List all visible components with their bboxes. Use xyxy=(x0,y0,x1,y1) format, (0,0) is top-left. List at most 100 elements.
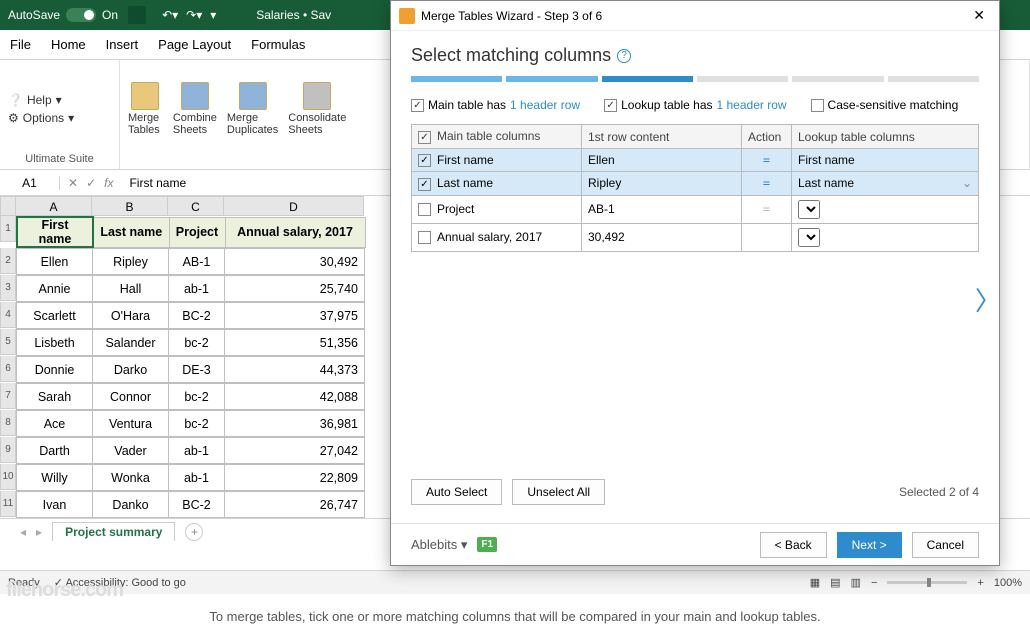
data-cell[interactable]: Donnie xyxy=(17,357,93,383)
zoom-level[interactable]: 100% xyxy=(994,577,1022,589)
data-cell[interactable]: Vader xyxy=(93,438,169,464)
data-cell[interactable]: Willy xyxy=(17,465,93,491)
data-cell[interactable]: Ace xyxy=(17,411,93,437)
col-header[interactable]: A xyxy=(16,196,92,216)
data-cell[interactable]: 51,356 xyxy=(225,330,365,356)
redo-icon[interactable]: ↷▾ xyxy=(186,8,202,22)
mapping-row[interactable]: ProjectAB-1= xyxy=(412,195,979,223)
lookup-select[interactable] xyxy=(792,195,979,223)
data-cell[interactable]: BC-2 xyxy=(169,492,225,518)
mapping-row[interactable]: Last nameRipley=Last name⌄ xyxy=(412,172,979,195)
data-cell[interactable]: Wonka xyxy=(93,465,169,491)
data-cell[interactable]: Connor xyxy=(93,384,169,410)
auto-select-button[interactable]: Auto Select xyxy=(411,479,502,505)
row-header[interactable]: 4 xyxy=(0,302,16,328)
row-header[interactable]: 3 xyxy=(0,275,16,301)
lookup-select[interactable]: Last name⌄ xyxy=(792,172,979,195)
data-cell[interactable]: Annie xyxy=(17,276,93,302)
toggle-icon[interactable] xyxy=(66,8,96,22)
zoom-in-icon[interactable]: + xyxy=(977,577,983,589)
data-cell[interactable]: DE-3 xyxy=(169,357,225,383)
close-icon[interactable]: ✕ xyxy=(967,7,991,24)
data-cell[interactable]: ab-1 xyxy=(169,465,225,491)
row-header[interactable]: 8 xyxy=(0,410,16,436)
data-cell[interactable]: ab-1 xyxy=(169,276,225,302)
select-all-corner[interactable] xyxy=(0,196,16,216)
view-page-icon[interactable]: ▤ xyxy=(830,576,840,589)
row-header[interactable]: 7 xyxy=(0,383,16,409)
lookup-select[interactable] xyxy=(792,223,979,251)
dialog-title-bar[interactable]: Merge Tables Wizard - Step 3 of 6 ✕ xyxy=(391,1,999,31)
view-break-icon[interactable]: ▥ xyxy=(851,576,861,589)
case-sensitive-checkbox[interactable]: Case-sensitive matching xyxy=(811,98,959,112)
zoom-out-icon[interactable]: − xyxy=(871,577,877,589)
menu-file[interactable]: File xyxy=(10,37,31,52)
col-header[interactable]: D xyxy=(224,196,364,216)
fx-icon[interactable]: fx xyxy=(104,176,113,190)
prev-sheet-icon[interactable]: ◂ xyxy=(20,525,26,539)
back-button[interactable]: < Back xyxy=(760,532,827,558)
main-header-checkbox[interactable]: Main table has 1 header row xyxy=(411,98,580,112)
menu-insert[interactable]: Insert xyxy=(106,37,139,52)
data-cell[interactable]: 27,042 xyxy=(225,438,365,464)
data-cell[interactable]: Hall xyxy=(93,276,169,302)
data-cell[interactable]: Ventura xyxy=(93,411,169,437)
cancel-formula-icon[interactable]: ✕ xyxy=(68,176,78,190)
data-cell[interactable]: Scarlett xyxy=(17,303,93,329)
data-cell[interactable]: Ellen xyxy=(17,249,93,275)
menu-formulas[interactable]: Formulas xyxy=(251,37,305,52)
data-cell[interactable]: O'Hara xyxy=(93,303,169,329)
sheet-tab[interactable]: Project summary xyxy=(52,522,175,541)
row-header[interactable]: 2 xyxy=(0,248,16,274)
data-cell[interactable]: Salander xyxy=(93,330,169,356)
data-cell[interactable]: 30,492 xyxy=(225,249,365,275)
unselect-all-button[interactable]: Unselect All xyxy=(512,479,605,505)
data-cell[interactable]: ab-1 xyxy=(169,438,225,464)
data-cell[interactable]: bc-2 xyxy=(169,330,225,356)
consolidate-button[interactable]: Consolidate Sheets xyxy=(288,82,346,136)
header-cell[interactable]: Last name xyxy=(93,217,169,247)
col-header[interactable]: C xyxy=(168,196,224,216)
row-header[interactable]: 11 xyxy=(0,491,16,517)
add-sheet-button[interactable]: + xyxy=(185,523,203,541)
data-cell[interactable]: 42,088 xyxy=(225,384,365,410)
row-header[interactable]: 9 xyxy=(0,437,16,463)
data-cell[interactable]: Sarah xyxy=(17,384,93,410)
next-button[interactable]: Next > xyxy=(837,532,902,558)
row-checkbox[interactable] xyxy=(418,154,431,167)
zoom-slider[interactable] xyxy=(887,581,967,584)
menu-page-layout[interactable]: Page Layout xyxy=(158,37,231,52)
data-cell[interactable]: BC-2 xyxy=(169,303,225,329)
merge-tables-button[interactable]: Merge Tables xyxy=(128,82,163,136)
cancel-button[interactable]: Cancel xyxy=(912,532,979,558)
header-cell[interactable]: Project xyxy=(169,217,225,247)
row-checkbox[interactable] xyxy=(418,178,431,191)
options-button[interactable]: ⚙Options ▾ xyxy=(8,111,74,125)
help-icon[interactable]: ? xyxy=(617,49,631,63)
col-header[interactable]: B xyxy=(92,196,168,216)
brand-link[interactable]: Ablebits ▾ xyxy=(411,537,467,553)
data-cell[interactable]: Ripley xyxy=(93,249,169,275)
data-cell[interactable]: 44,373 xyxy=(225,357,365,383)
help-button[interactable]: ❔Help ▾ xyxy=(8,93,74,107)
menu-home[interactable]: Home xyxy=(51,37,86,52)
mapping-row[interactable]: Annual salary, 201730,492 xyxy=(412,223,979,251)
row-header[interactable]: 6 xyxy=(0,356,16,382)
name-box[interactable]: A1 xyxy=(0,176,60,190)
header-cell[interactable]: First name xyxy=(17,217,93,247)
next-sheet-icon[interactable]: ▸ xyxy=(36,525,42,539)
data-cell[interactable]: bc-2 xyxy=(169,384,225,410)
autosave-toggle[interactable]: AutoSave On xyxy=(8,8,118,22)
undo-icon[interactable]: ↶▾ xyxy=(162,8,178,22)
data-cell[interactable]: AB-1 xyxy=(169,249,225,275)
merge-duplicates-button[interactable]: Merge Duplicates xyxy=(227,82,278,136)
lookup-header-checkbox[interactable]: Lookup table has 1 header row xyxy=(604,98,786,112)
f1-help-badge[interactable]: F1 xyxy=(477,537,497,552)
row-header[interactable]: 1 xyxy=(0,216,16,242)
combine-sheets-button[interactable]: Combine Sheets xyxy=(173,82,217,136)
save-icon[interactable] xyxy=(128,6,146,24)
data-cell[interactable]: Ivan xyxy=(17,492,93,518)
data-cell[interactable]: Darth xyxy=(17,438,93,464)
mapping-row[interactable]: First nameEllen=First name xyxy=(412,149,979,172)
select-all-checkbox[interactable] xyxy=(418,131,431,144)
